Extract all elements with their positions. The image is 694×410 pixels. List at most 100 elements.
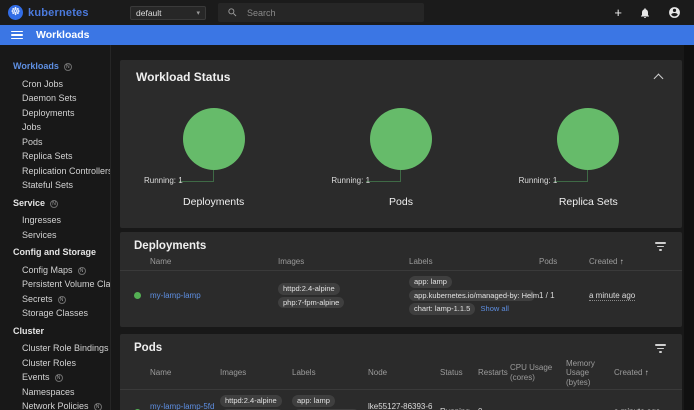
sidebar-item-stateful-sets[interactable]: Stateful Sets — [0, 178, 110, 193]
sidebar-item-network-policies[interactable]: Network Policies N — [0, 399, 110, 410]
filter-icon[interactable] — [653, 240, 668, 253]
sidebar-item-persistent-volume-claims[interactable]: Persistent Volume ClaimsN — [0, 277, 110, 292]
pod-name-link[interactable]: my-lamp-lamp-5fd985cf68-jwvz4 — [150, 402, 214, 410]
sidebar-item-label: Secrets — [22, 294, 53, 304]
kubernetes-logo-icon: ☸ — [8, 5, 23, 20]
search-icon — [227, 7, 238, 18]
deployments-card: Deployments Name Images Labels Pods Crea… — [120, 232, 682, 327]
scrollbar-track[interactable] — [684, 45, 694, 410]
col-images[interactable]: Images — [220, 368, 292, 378]
sidebar-item-label: Daemon Sets — [22, 93, 77, 103]
col-cpu[interactable]: CPU Usage (cores) — [510, 363, 566, 382]
sidebar-item-events[interactable]: EventsN — [0, 370, 110, 385]
workload-status-card: Workload Status Running: 1DeploymentsRun… — [120, 60, 682, 228]
sidebar-item-label: Workloads — [13, 61, 59, 71]
col-pods[interactable]: Pods — [539, 257, 589, 267]
col-labels[interactable]: Labels — [292, 368, 368, 378]
namespace-selector[interactable]: default ▾ — [130, 6, 206, 20]
pods-card: Pods Name Images Labels Node Status Rest… — [120, 334, 682, 410]
deployment-labels: app: lampapp.kubernetes.io/managed-by: H… — [409, 275, 539, 315]
notifications-button[interactable] — [639, 7, 651, 19]
sidebar-item-label: Config Maps — [22, 265, 73, 275]
sidebar-item-pods[interactable]: Pods — [0, 135, 110, 150]
brand[interactable]: ☸ kubernetes — [8, 5, 120, 20]
sidebar-item-label: Cluster Roles — [22, 358, 76, 368]
sort-arrow-icon: ↑ — [645, 368, 649, 377]
col-created[interactable]: Created ↑ — [614, 368, 668, 378]
sidebar-item-cron-jobs[interactable]: Cron Jobs — [0, 77, 110, 92]
namespace-value: default — [136, 8, 162, 18]
brand-name: kubernetes — [28, 7, 89, 19]
sidebar-item-cluster[interactable]: Cluster — [0, 324, 110, 339]
col-labels[interactable]: Labels — [409, 257, 539, 267]
sidebar-nav: WorkloadsNCron JobsDaemon SetsDeployment… — [0, 45, 111, 410]
account-button[interactable] — [668, 6, 681, 19]
pods-title: Pods — [134, 342, 162, 354]
sidebar-item-label: Deployments — [22, 108, 75, 118]
sidebar-item-ingresses[interactable]: Ingresses — [0, 213, 110, 228]
pie-chart — [370, 108, 432, 170]
sidebar-item-label: Storage Classes — [22, 308, 88, 318]
pod-row: my-lamp-lamp-5fd985cf68-jwvz4 httpd:2.4-… — [120, 390, 682, 410]
workload-chart-deployments: Running: 1Deployments — [120, 84, 307, 222]
deployment-pods-count: 1 / 1 — [539, 291, 589, 301]
image-chip: php:7-fpm-alpine — [278, 297, 344, 308]
menu-icon[interactable] — [11, 31, 23, 40]
sidebar-item-replication-controllers[interactable]: Replication Controllers — [0, 164, 110, 179]
workload-status-title: Workload Status — [136, 70, 230, 84]
search-input[interactable] — [247, 8, 397, 18]
sidebar-item-cluster-role-bindings[interactable]: Cluster Role Bindings — [0, 341, 110, 356]
sidebar-item-label: Cron Jobs — [22, 79, 63, 89]
col-memory[interactable]: Memory Usage (bytes) — [566, 359, 614, 388]
pie-chart — [183, 108, 245, 170]
sidebar-item-label: Jobs — [22, 122, 41, 132]
image-chip: httpd:2.4-alpine — [220, 395, 282, 406]
label-chip: chart: lamp-1.1.5 — [409, 303, 475, 314]
deployments-title: Deployments — [134, 240, 206, 252]
col-status[interactable]: Status — [440, 368, 478, 378]
show-all-link[interactable]: Show all — [481, 304, 509, 313]
sidebar-item-label: Stateful Sets — [22, 180, 73, 190]
sort-arrow-icon: ↑ — [620, 257, 624, 266]
sidebar-item-config-maps[interactable]: Config Maps N — [0, 263, 110, 278]
namespaced-indicator-icon: N — [55, 374, 63, 382]
namespaced-indicator-icon: N — [94, 403, 102, 410]
sidebar-item-config-and-storage[interactable]: Config and Storage — [0, 245, 110, 260]
col-images[interactable]: Images — [278, 257, 409, 267]
sidebar-item-cluster-roles[interactable]: Cluster Roles — [0, 356, 110, 371]
col-created[interactable]: Created ↑ — [589, 257, 668, 267]
sidebar-item-label: Cluster Role Bindings — [22, 343, 109, 353]
deployment-images: httpd:2.4-alpinephp:7-fpm-alpine — [278, 282, 409, 309]
label-chip: app: lamp — [409, 276, 452, 287]
legend-connector — [366, 170, 401, 182]
col-restarts[interactable]: Restarts — [478, 368, 510, 378]
legend-connector — [554, 170, 589, 182]
col-name[interactable]: Name — [150, 257, 278, 267]
main-content: Workload Status Running: 1DeploymentsRun… — [111, 45, 694, 410]
workload-chart-pods: Running: 1Pods — [307, 84, 494, 222]
sidebar-item-label: Network Policies — [22, 401, 89, 410]
pods-table-header: Name Images Labels Node Status Restarts … — [120, 357, 682, 391]
collapse-chevron-up-icon[interactable] — [654, 72, 664, 82]
sidebar-item-services[interactable]: Services — [0, 228, 110, 243]
sidebar-item-service[interactable]: ServiceN — [0, 196, 110, 211]
sidebar-item-deployments[interactable]: Deployments — [0, 106, 110, 121]
create-resource-button[interactable]: + — [614, 7, 622, 19]
col-node[interactable]: Node — [368, 368, 440, 378]
sidebar-item-replica-sets[interactable]: Replica Sets — [0, 149, 110, 164]
deployments-table-header: Name Images Labels Pods Created ↑ — [120, 255, 682, 271]
sidebar-item-workloads[interactable]: WorkloadsN — [0, 59, 110, 74]
filter-icon[interactable] — [653, 342, 668, 355]
namespaced-indicator-icon: N — [78, 267, 86, 275]
sidebar-item-secrets[interactable]: SecretsN — [0, 292, 110, 307]
deployment-name-link[interactable]: my-lamp-lamp — [150, 291, 201, 300]
col-name[interactable]: Name — [150, 368, 220, 378]
search-box[interactable] — [218, 3, 424, 22]
sidebar-item-label: Replica Sets — [22, 151, 73, 161]
topbar-actions: + — [614, 6, 686, 19]
sidebar-item-namespaces[interactable]: Namespaces — [0, 385, 110, 400]
sidebar-item-jobs[interactable]: Jobs — [0, 120, 110, 135]
sidebar-item-storage-classes[interactable]: Storage Classes — [0, 306, 110, 321]
pie-chart — [557, 108, 619, 170]
sidebar-item-daemon-sets[interactable]: Daemon Sets — [0, 91, 110, 106]
